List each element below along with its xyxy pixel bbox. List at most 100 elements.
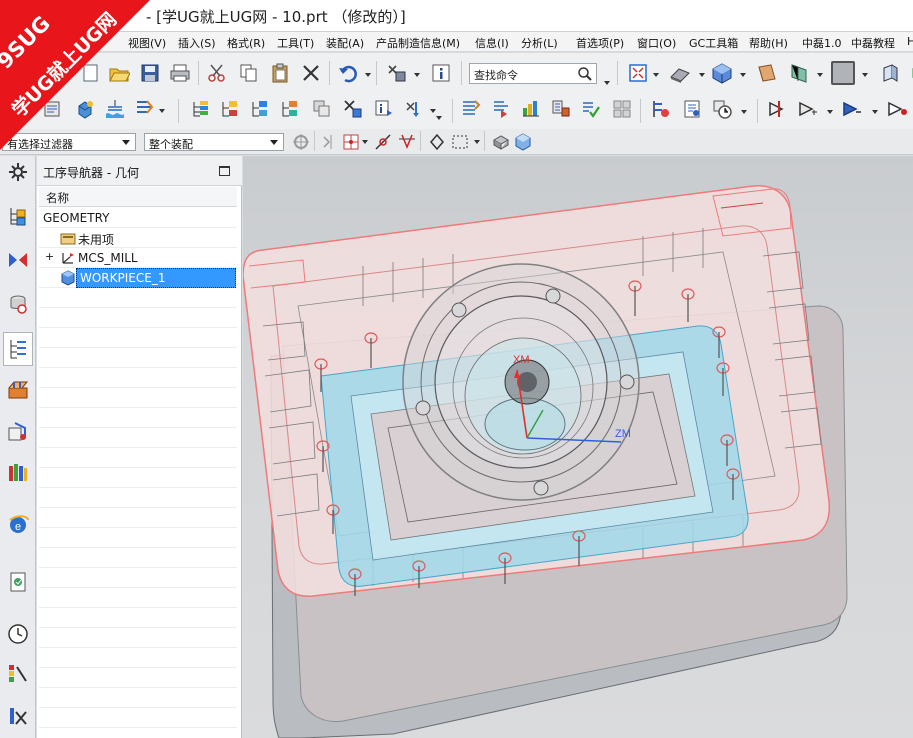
command-search-input[interactable]: 查找命令	[469, 63, 597, 84]
paste-icon[interactable]	[269, 62, 291, 84]
method-view-icon[interactable]	[279, 98, 301, 120]
history-icon[interactable]	[6, 570, 30, 594]
snap-dropdown-icon[interactable]	[362, 140, 368, 144]
create-ipw-icon[interactable]	[767, 98, 789, 120]
information-icon[interactable]	[430, 62, 452, 84]
end-point-icon[interactable]	[372, 131, 392, 151]
assembly-scope-select[interactable]: 整个装配	[144, 133, 284, 151]
generate-toolpath-icon[interactable]	[460, 98, 482, 120]
operation-info-icon[interactable]	[373, 98, 395, 120]
mold-3d-model[interactable]: XM ZM	[243, 156, 913, 738]
expand-plus-icon[interactable]: +	[45, 250, 54, 263]
rectangle-select-icon[interactable]	[449, 131, 469, 151]
print-icon[interactable]	[169, 62, 191, 84]
create-program-icon[interactable]	[42, 98, 64, 120]
shaded-cube-icon[interactable]	[711, 62, 733, 84]
select-mode-dropdown-icon[interactable]	[474, 140, 480, 144]
internet-explorer-icon[interactable]: e	[6, 512, 30, 536]
section-dropdown-icon[interactable]	[817, 73, 823, 77]
machining-time-icon[interactable]	[711, 98, 733, 120]
assembly-navigator-icon[interactable]	[6, 204, 30, 228]
menu-gc-toolkit[interactable]: GC工具箱	[689, 35, 738, 51]
postprocess-icon[interactable]	[404, 98, 426, 120]
replay-toolpath-icon[interactable]	[490, 98, 512, 120]
menu-preferences[interactable]: 首选项(P)	[576, 35, 624, 51]
save-icon[interactable]	[139, 62, 161, 84]
more-cam-tools-icon[interactable]	[886, 98, 908, 120]
more-toolbar-icon[interactable]	[904, 62, 913, 84]
toolbar-group-dropdown-icon[interactable]	[436, 116, 442, 120]
select-component-icon[interactable]	[512, 131, 532, 151]
selection-priority-icon[interactable]	[290, 131, 310, 151]
menu-zhonglei-tutorial[interactable]: 中磊教程	[851, 35, 895, 51]
roles-icon[interactable]	[6, 704, 30, 728]
search-dropdown-icon[interactable]	[604, 81, 610, 85]
delete-icon[interactable]	[300, 62, 322, 84]
shop-documentation-icon[interactable]	[611, 98, 633, 120]
feeds-speeds-icon[interactable]	[650, 98, 672, 120]
edit-section-icon[interactable]	[756, 62, 778, 84]
menu-format[interactable]: 格式(R)	[227, 35, 265, 51]
system-visualization-icon[interactable]	[6, 662, 30, 686]
background-color-icon[interactable]	[831, 61, 855, 85]
program-order-view-icon[interactable]	[190, 98, 212, 120]
menu-analysis[interactable]: 分析(L)	[521, 35, 558, 51]
settings-gear-icon[interactable]	[6, 160, 30, 184]
clip-section-icon[interactable]	[788, 62, 810, 84]
select-body-icon[interactable]	[490, 131, 510, 151]
menu-help[interactable]: 帮助(H)	[749, 35, 788, 51]
simulate-machine-icon[interactable]	[550, 98, 572, 120]
tool-display-icon[interactable]	[841, 98, 863, 120]
method-dropdown-icon[interactable]	[159, 109, 165, 113]
create-geometry-icon[interactable]	[104, 98, 126, 120]
tree-row-workpiece[interactable]: WORKPIECE_1	[39, 268, 237, 288]
verify-toolpath-icon[interactable]	[520, 98, 542, 120]
postprocess-dropdown-icon[interactable]	[430, 109, 436, 113]
wcs-icon[interactable]	[880, 62, 902, 84]
path-display-dropdown-icon[interactable]	[827, 110, 833, 114]
delete-operation-icon[interactable]	[342, 98, 364, 120]
menu-insert[interactable]: 插入(S)	[178, 35, 216, 51]
menu-view[interactable]: 视图(V)	[128, 35, 166, 51]
menu-pmi[interactable]: 产品制造信息(M)	[376, 35, 460, 51]
menu-more[interactable]: H	[907, 35, 913, 48]
create-method-icon[interactable]	[133, 98, 155, 120]
menu-tools[interactable]: 工具(T)	[277, 35, 314, 51]
menu-assembly[interactable]: 装配(A)	[326, 35, 364, 51]
constraint-navigator-icon[interactable]	[6, 248, 30, 272]
reuse-library-icon[interactable]	[6, 460, 30, 484]
background-dropdown-icon[interactable]	[862, 73, 868, 77]
snap-point-icon[interactable]	[320, 131, 340, 151]
new-file-icon[interactable]	[80, 62, 102, 84]
check-toolpath-icon[interactable]	[580, 98, 602, 120]
machine-tool-view-icon[interactable]	[219, 98, 241, 120]
fit-view-dropdown-icon[interactable]	[653, 73, 659, 77]
menu-zhonglei[interactable]: 中磊1.0	[802, 35, 842, 51]
time-dropdown-icon[interactable]	[741, 110, 747, 114]
clock-icon[interactable]	[6, 622, 30, 646]
snap-grid-icon[interactable]	[340, 131, 360, 151]
path-display-icon[interactable]	[797, 98, 819, 120]
tree-row-geometry[interactable]: GEOMETRY	[39, 208, 237, 228]
undo-icon[interactable]	[337, 62, 359, 84]
tool-display-dropdown-icon[interactable]	[872, 110, 878, 114]
copy-icon[interactable]	[238, 62, 260, 84]
column-header[interactable]: 名称	[39, 187, 237, 207]
operation-navigator-icon[interactable]	[3, 332, 33, 366]
display-dropdown-icon[interactable]	[414, 73, 420, 77]
selection-filter-select[interactable]: 有选择过滤器	[2, 133, 136, 151]
fit-view-icon[interactable]	[627, 62, 649, 84]
tree-row-unused[interactable]: 未用项	[39, 228, 237, 248]
shaded-dropdown-icon[interactable]	[740, 73, 746, 77]
open-folder-icon[interactable]	[108, 62, 130, 84]
machine-tool-navigator-icon[interactable]	[6, 378, 30, 402]
output-cls-icon[interactable]	[681, 98, 703, 120]
undo-dropdown-icon[interactable]	[365, 73, 371, 77]
circle-select-icon[interactable]	[426, 131, 446, 151]
maximize-icon[interactable]	[219, 166, 230, 176]
render-style-icon[interactable]	[669, 62, 691, 84]
cut-icon[interactable]	[206, 62, 228, 84]
tree-row-mcs-mill[interactable]: + MCS_MILL	[39, 248, 237, 268]
render-dropdown-icon[interactable]	[699, 73, 705, 77]
mid-point-icon[interactable]	[396, 131, 416, 151]
